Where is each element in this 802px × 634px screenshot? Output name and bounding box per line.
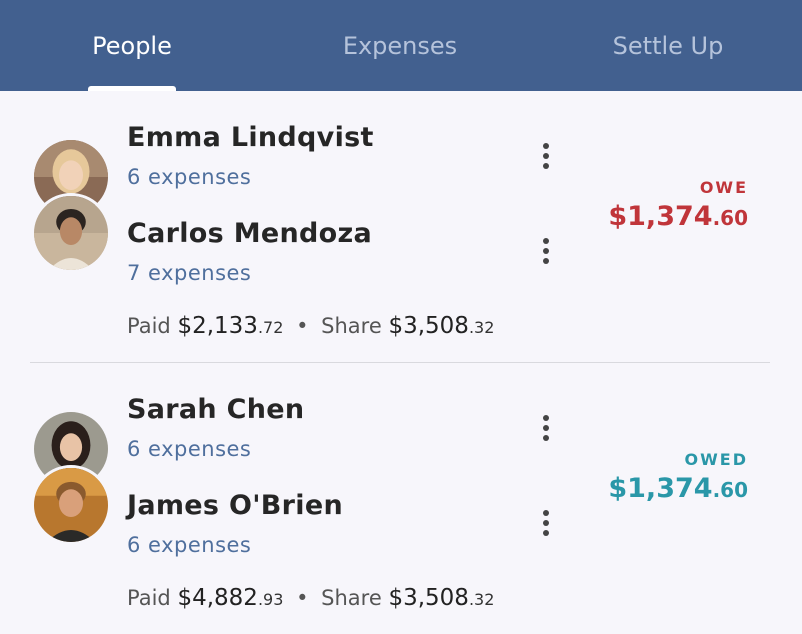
balance-amount: $1,374.60 xyxy=(608,201,748,232)
paid-share-summary: Paid $4,882.93 • Share $3,508.32 xyxy=(127,585,494,611)
paid-label: Paid xyxy=(127,314,171,338)
avatar-carlos xyxy=(31,193,111,273)
settlement-group[interactable]: Emma Lindqvist 6 expenses Carlos Mendoza… xyxy=(0,91,802,362)
share-amount: $3,508 xyxy=(388,585,469,611)
more-options-icon[interactable] xyxy=(534,234,558,268)
balance-dollars: $1,374 xyxy=(608,473,713,504)
more-options-icon[interactable] xyxy=(534,139,558,173)
separator-dot: • xyxy=(296,314,309,338)
share-cents: .32 xyxy=(468,318,495,337)
status-badge: OWED xyxy=(684,450,748,469)
tab-people[interactable]: People xyxy=(60,0,204,91)
paid-label: Paid xyxy=(127,586,171,610)
member-name: Emma Lindqvist xyxy=(127,122,374,153)
member-name: Carlos Mendoza xyxy=(127,218,373,249)
balance-dollars: $1,374 xyxy=(608,201,713,232)
avatar-james xyxy=(31,465,111,545)
more-options-icon[interactable] xyxy=(534,411,558,445)
share-amount: $3,508 xyxy=(388,313,469,339)
tab-bar: People Expenses Settle Up xyxy=(0,0,802,91)
balance-cents: .60 xyxy=(712,478,748,502)
share-cents: .32 xyxy=(468,590,495,609)
settlement-group[interactable]: Sarah Chen 6 expenses James O'Brien 6 ex… xyxy=(0,363,802,634)
status-badge: OWE xyxy=(699,178,748,197)
member-name: Sarah Chen xyxy=(127,394,305,425)
tab-settle-up[interactable]: Settle Up xyxy=(588,0,748,91)
paid-cents: .93 xyxy=(257,590,284,609)
paid-amount: $2,133 xyxy=(177,313,258,339)
balance-cents: .60 xyxy=(712,206,748,230)
expense-count-link[interactable]: 6 expenses xyxy=(127,437,251,461)
share-label: Share xyxy=(321,586,382,610)
share-label: Share xyxy=(321,314,382,338)
separator-dot: • xyxy=(296,586,309,610)
more-options-icon[interactable] xyxy=(534,506,558,540)
member-name: James O'Brien xyxy=(127,490,343,521)
tab-expenses[interactable]: Expenses xyxy=(320,0,480,91)
paid-amount: $4,882 xyxy=(177,585,258,611)
expense-count-link[interactable]: 7 expenses xyxy=(127,261,251,285)
balance-amount: $1,374.60 xyxy=(608,473,748,504)
expense-count-link[interactable]: 6 expenses xyxy=(127,533,251,557)
paid-share-summary: Paid $2,133.72 • Share $3,508.32 xyxy=(127,313,494,339)
paid-cents: .72 xyxy=(257,318,284,337)
expense-count-link[interactable]: 6 expenses xyxy=(127,165,251,189)
